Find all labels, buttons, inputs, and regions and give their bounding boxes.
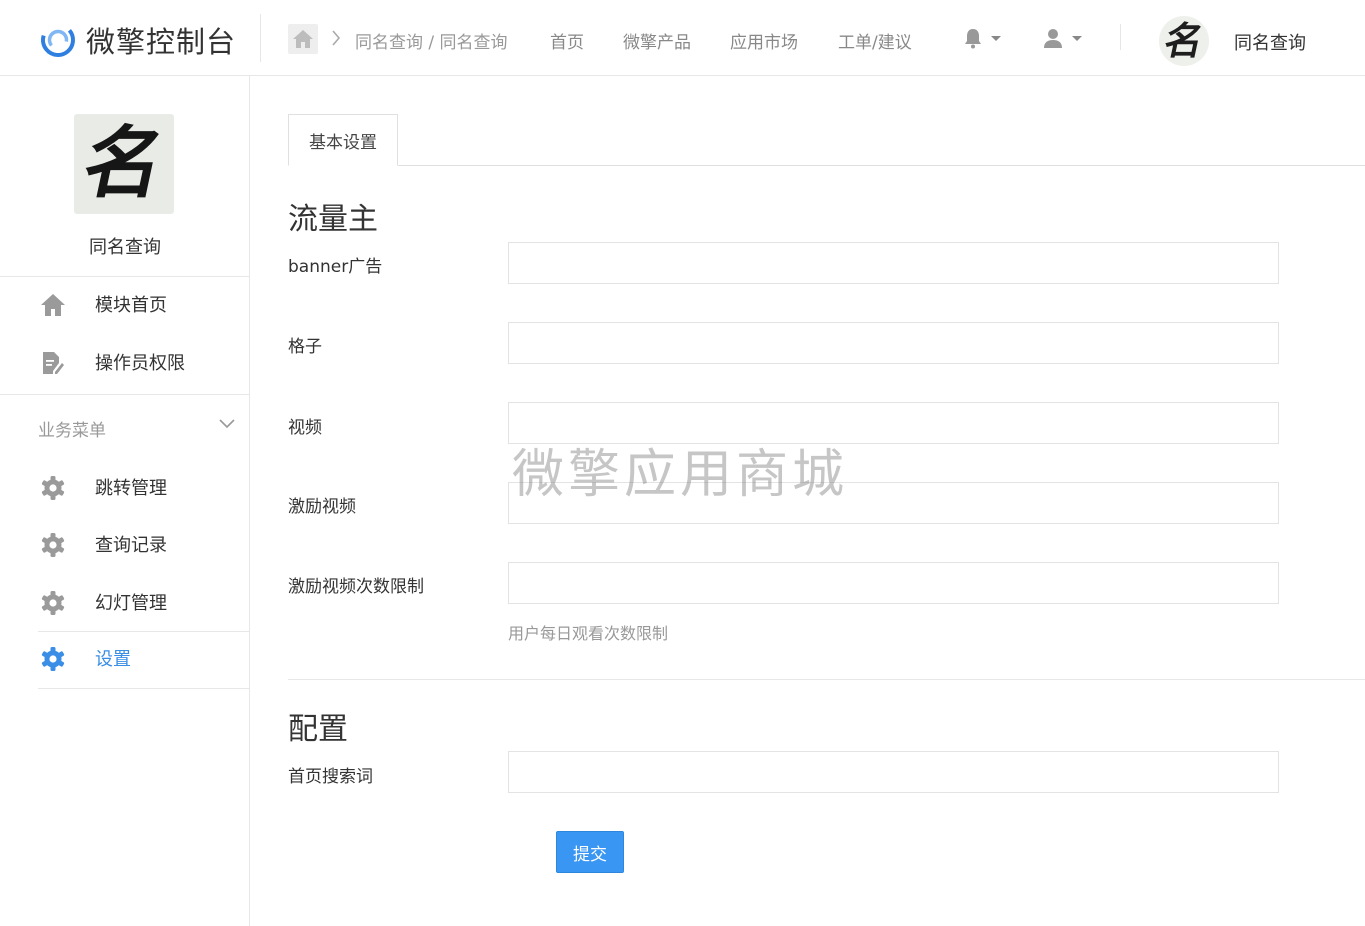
sidebar-item-label: 跳转管理: [95, 478, 167, 499]
sidebar: 名 同名查询 模块首页 操作员权限 业务菜单 跳转管理 查询记录 幻灯管理 设置: [0, 76, 250, 926]
grid-ad-input[interactable]: [508, 322, 1279, 364]
sidebar-item-label: 模块首页: [95, 295, 167, 316]
gear-icon: [40, 475, 66, 501]
brand-logo[interactable]: 微擎控制台: [38, 20, 236, 60]
tab-basic-settings[interactable]: 基本设置: [288, 114, 398, 166]
brand-name: 微擎控制台: [86, 25, 237, 59]
section-title-traffic: 流量主: [288, 202, 378, 237]
home-icon: [293, 30, 313, 48]
divider: [38, 688, 249, 689]
divider: [260, 14, 261, 62]
video-ad-input[interactable]: [508, 402, 1279, 444]
divider: [0, 276, 249, 277]
divider: [1120, 24, 1121, 50]
sidebar-item-settings[interactable]: 设置: [0, 633, 249, 683]
sidebar-item-query-records[interactable]: 查询记录: [0, 519, 249, 569]
field-label-home-search-keyword: 首页搜索词: [288, 767, 373, 787]
sidebar-item-redirect-management[interactable]: 跳转管理: [0, 462, 249, 512]
avatar-glyph: 名: [1160, 18, 1208, 63]
home-search-keyword-input[interactable]: [508, 751, 1279, 793]
field-label-rewarded-video: 激励视频: [288, 497, 356, 517]
rewarded-video-limit-help: 用户每日观看次数限制: [508, 624, 669, 643]
chevron-right-icon: [332, 30, 341, 46]
gear-icon: [40, 532, 66, 558]
swirl-logo-icon: [41, 23, 75, 57]
nav-products[interactable]: 微擎产品: [623, 28, 691, 53]
bell-icon: [965, 29, 981, 49]
breadcrumb[interactable]: 同名查询 / 同名查询: [355, 28, 508, 53]
chevron-down-icon[interactable]: [218, 417, 236, 429]
sidebar-app-name: 同名查询: [89, 237, 161, 258]
sidebar-item-label: 幻灯管理: [95, 593, 167, 614]
user-icon: [1044, 29, 1062, 48]
section-divider: [288, 679, 1365, 680]
caret-down-icon: [991, 35, 1001, 41]
top-bar: 微擎控制台 同名查询 / 同名查询 首页 微擎产品 应用市场 工单/建议 名 同…: [0, 0, 1365, 76]
rewarded-video-input[interactable]: [508, 482, 1279, 524]
sidebar-item-slideshow-management[interactable]: 幻灯管理: [0, 577, 249, 627]
sidebar-item-module-home[interactable]: 模块首页: [0, 279, 249, 329]
nav-home[interactable]: 首页: [550, 28, 584, 53]
breadcrumb-home-button[interactable]: [288, 24, 318, 54]
sidebar-item-label: 查询记录: [95, 535, 167, 556]
field-label-rewarded-video-limit: 激励视频次数限制: [288, 577, 424, 597]
nav-app-market[interactable]: 应用市场: [730, 28, 798, 53]
document-edit-icon: [40, 350, 66, 376]
avatar-glyph: 名: [75, 118, 173, 209]
menu-group-title: 业务菜单: [38, 421, 106, 441]
sidebar-item-operator-permissions[interactable]: 操作员权限: [0, 337, 249, 387]
field-label-banner-ad: banner广告: [288, 257, 383, 277]
field-label-video-ad: 视频: [288, 418, 322, 438]
field-label-grid-ad: 格子: [288, 337, 322, 357]
submit-button[interactable]: 提交: [556, 831, 624, 873]
user-dropdown[interactable]: [1042, 27, 1082, 49]
section-title-config: 配置: [288, 712, 348, 747]
rewarded-video-limit-input[interactable]: [508, 562, 1279, 604]
sidebar-item-label: 设置: [95, 649, 131, 670]
tab-bar-underline: [288, 165, 1365, 166]
current-app-name[interactable]: 同名查询: [1234, 29, 1306, 55]
banner-ad-input[interactable]: [508, 242, 1279, 284]
app-avatar: 名: [74, 114, 174, 214]
divider: [38, 631, 249, 632]
sidebar-item-label: 操作员权限: [95, 353, 185, 374]
nav-tickets[interactable]: 工单/建议: [838, 28, 912, 53]
divider: [0, 394, 249, 395]
gear-icon: [40, 646, 66, 672]
current-app-avatar[interactable]: 名: [1159, 16, 1209, 66]
notifications-dropdown[interactable]: [963, 27, 1001, 49]
caret-down-icon: [1072, 35, 1082, 41]
gear-icon: [40, 590, 66, 616]
home-icon: [40, 292, 66, 318]
